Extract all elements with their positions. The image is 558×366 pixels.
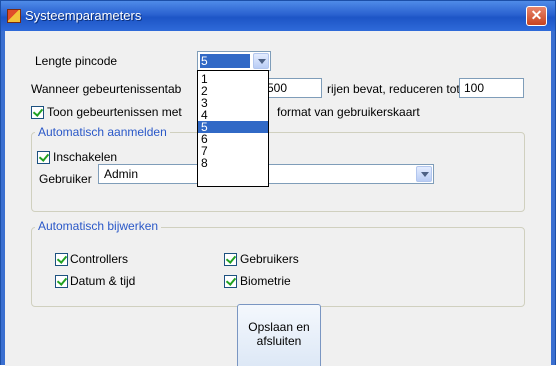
enable-label: Inschakelen — [53, 150, 118, 164]
pin-length-option[interactable]: 5 — [198, 121, 268, 133]
datetime-label: Datum & tijd — [70, 274, 136, 288]
pin-length-option[interactable]: 6 — [198, 133, 268, 145]
datetime-checkbox[interactable] — [55, 275, 68, 288]
pin-length-option[interactable]: 1 — [198, 73, 268, 85]
pin-length-label: Lengte pincode — [35, 54, 118, 68]
user-value: Admin — [104, 167, 139, 181]
show-events-checkbox[interactable] — [31, 106, 44, 119]
event-table-label: Wanneer gebeurtenissentab — [31, 82, 182, 96]
save-button-line1: Opslaan en — [248, 320, 310, 334]
show-events-label: Toon gebeurtenissen met — [47, 105, 182, 119]
pin-length-option[interactable]: 2 — [198, 85, 268, 97]
chevron-down-icon[interactable] — [253, 53, 269, 69]
reduce-label: rijen bevat, reduceren tot — [327, 82, 460, 96]
enable-auto-login-checkbox[interactable] — [37, 151, 50, 164]
save-and-close-button[interactable]: Opslaan en afsluiten — [237, 304, 321, 366]
save-button-line2: afsluiten — [256, 334, 302, 348]
reduce-to-input[interactable]: 100 — [459, 78, 524, 98]
pin-length-value: 5 — [201, 54, 208, 68]
title-bar[interactable]: Systeemparameters ✕ — [1, 1, 555, 31]
app-icon — [7, 9, 21, 23]
pin-length-option[interactable]: 4 — [198, 109, 268, 121]
pin-length-dropdown-list[interactable]: 12345678 — [197, 70, 269, 187]
window-title: Systeemparameters — [25, 8, 142, 23]
pin-length-select[interactable]: 5 — [197, 51, 271, 71]
show-events-label-end: format van gebruikerskaart — [277, 105, 420, 119]
users-checkbox[interactable] — [224, 253, 237, 266]
auto-update-group — [31, 227, 525, 307]
auto-update-title: Automatisch bijwerken — [35, 219, 162, 233]
auto-login-title: Automatisch aanmelden — [35, 125, 170, 139]
close-button[interactable]: ✕ — [526, 6, 547, 26]
dialog-body: Lengte pincode 5 Wanneer gebeurtenissent… — [5, 31, 551, 366]
pin-length-option[interactable]: 3 — [198, 97, 268, 109]
users-label: Gebruikers — [240, 252, 299, 266]
pin-length-option[interactable]: 7 — [198, 145, 268, 157]
biometrics-label: Biometrie — [240, 274, 291, 288]
close-icon: ✕ — [530, 7, 543, 23]
pin-length-option[interactable]: 8 — [198, 157, 268, 169]
controllers-checkbox[interactable] — [55, 253, 68, 266]
max-rows-input[interactable]: 500 — [262, 78, 322, 98]
controllers-label: Controllers — [70, 252, 129, 266]
biometrics-checkbox[interactable] — [224, 275, 237, 288]
dialog-window: Systeemparameters ✕ Lengte pincode 5 Wan… — [0, 0, 556, 366]
chevron-down-icon[interactable] — [416, 166, 432, 182]
user-label: Gebruiker — [39, 172, 92, 186]
